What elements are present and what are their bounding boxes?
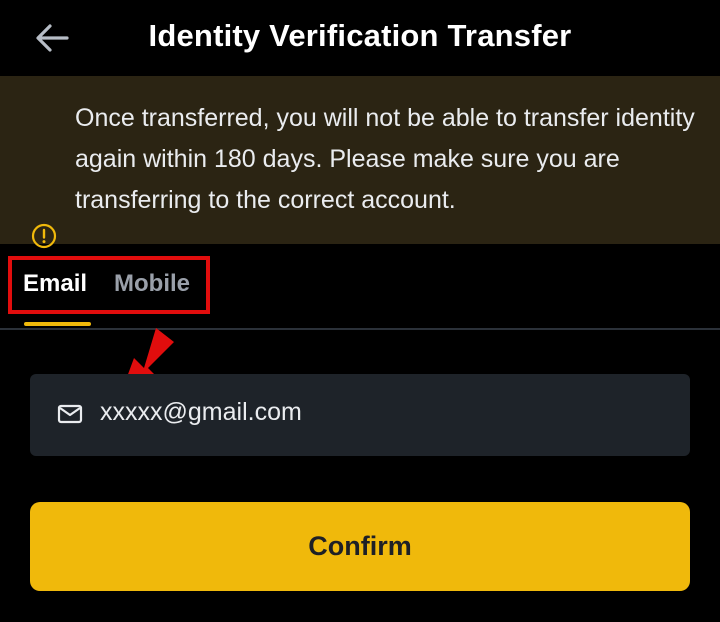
header: Identity Verification Transfer bbox=[0, 0, 720, 76]
confirm-button[interactable]: Confirm bbox=[30, 502, 690, 591]
mail-icon bbox=[57, 404, 83, 424]
confirm-button-label: Confirm bbox=[308, 531, 412, 561]
tab-mobile[interactable]: Mobile bbox=[114, 270, 190, 298]
identity-transfer-screen: Identity Verification Transfer Once tran… bbox=[0, 0, 720, 622]
tab-email[interactable]: Email bbox=[23, 270, 87, 298]
page-title: Identity Verification Transfer bbox=[148, 18, 572, 53]
warning-message: Once transferred, you will not be able t… bbox=[75, 104, 695, 214]
email-value: xxxxx@gmail.com bbox=[100, 398, 302, 426]
email-field[interactable]: xxxxx@gmail.com bbox=[30, 374, 690, 456]
active-tab-indicator bbox=[24, 322, 91, 326]
